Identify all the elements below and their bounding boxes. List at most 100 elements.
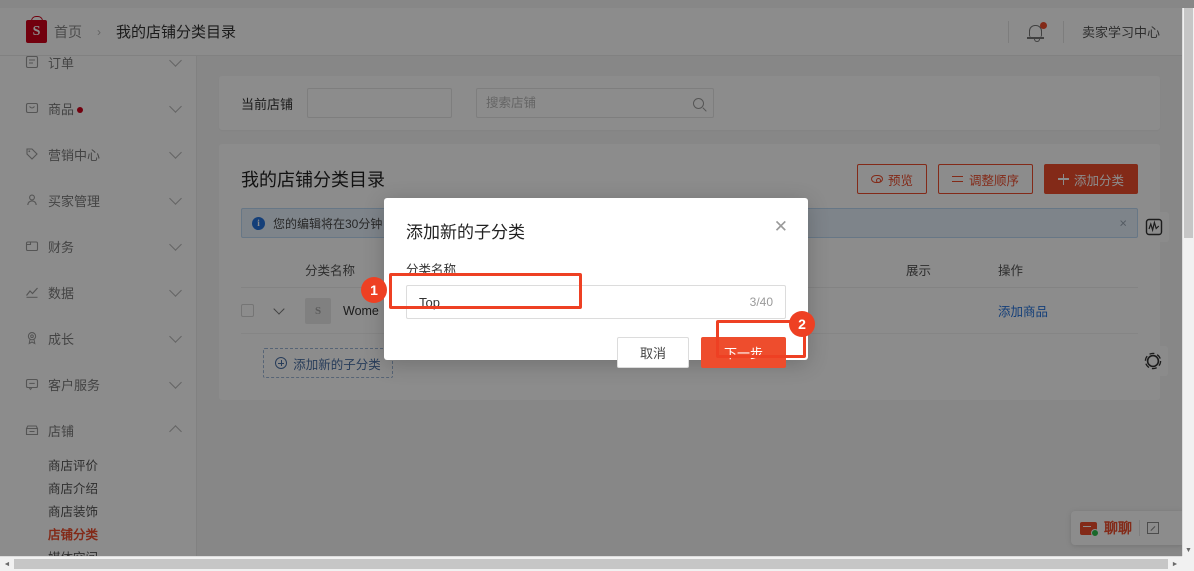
- panel-action-buttons: 预览 调整顺序 添加分类: [856, 164, 1138, 194]
- char-counter: 3/40: [749, 295, 773, 309]
- header-divider-left: [1007, 20, 1009, 43]
- breadcrumb: S 首页 › 我的店铺分类目录: [0, 20, 236, 43]
- chevron-down-icon: [169, 56, 182, 67]
- add-product-link[interactable]: 添加商品: [998, 305, 1048, 319]
- chevron-up-icon: [169, 425, 182, 438]
- buyer-icon: [24, 193, 39, 208]
- category-name-label: 分类名称: [406, 263, 457, 277]
- header-divider-right: [1062, 20, 1064, 43]
- vertical-scroll-thumb[interactable]: [1184, 8, 1193, 238]
- sidebar-subitem-shop-intro[interactable]: 商店介绍: [0, 476, 196, 499]
- scroll-right-arrow-icon[interactable]: ►: [1168, 557, 1182, 571]
- product-icon: [24, 101, 39, 116]
- header-display: 展示: [906, 264, 932, 278]
- sidebar-item-label: 商品: [48, 101, 75, 117]
- add-subcategory-label: 添加新的子分类: [293, 357, 381, 372]
- add-subcategory-button[interactable]: 添加新的子分类: [263, 348, 393, 378]
- category-name-field[interactable]: 3/40: [406, 285, 786, 319]
- sidebar-subitem-label: 商店评价: [48, 459, 99, 473]
- header-operations: 操作: [998, 264, 1024, 278]
- breadcrumb-current: 我的店铺分类目录: [116, 24, 237, 41]
- row-checkbox[interactable]: [241, 304, 254, 317]
- shop-select-dropdown[interactable]: [307, 88, 453, 118]
- search-icon[interactable]: [693, 97, 705, 109]
- scroll-left-arrow-icon[interactable]: ◄: [0, 557, 14, 571]
- search-input[interactable]: [486, 96, 694, 110]
- sidebar-item-label: 成长: [48, 331, 75, 347]
- chevron-down-icon: [169, 283, 182, 297]
- cancel-button[interactable]: 取消: [616, 337, 689, 368]
- add-category-button[interactable]: 添加分类: [1043, 164, 1138, 194]
- notification-bell-icon[interactable]: [1027, 21, 1047, 42]
- chevron-down-icon: [169, 99, 182, 113]
- sidebar-subitem-shop-categories[interactable]: 店铺分类: [0, 522, 196, 545]
- panel-header: 我的店铺分类目录 预览 调整顺序 添加分类: [219, 144, 1160, 202]
- shop-search-box[interactable]: [476, 88, 715, 118]
- chevron-down-icon: [169, 237, 182, 251]
- sidebar-item-growth[interactable]: 成长: [0, 315, 196, 361]
- app-window: S 首页 › 我的店铺分类目录 卖家学习中心 订单 商品 营销中心 买家管理 财…: [0, 0, 1194, 571]
- category-name-input[interactable]: [419, 294, 750, 310]
- notice-text: 您的编辑将在30分钟: [273, 216, 383, 231]
- chevron-down-icon: [169, 191, 182, 205]
- chart-icon: [24, 285, 39, 300]
- annotation-badge-2: 2: [789, 311, 815, 337]
- support-icon: [24, 377, 39, 392]
- expand-icon[interactable]: [1147, 522, 1159, 534]
- reorder-button-label: 调整顺序: [968, 173, 1019, 188]
- scrollbar-corner: [1182, 556, 1194, 571]
- new-badge-dot: [77, 106, 84, 113]
- sidebar-item-customer-service[interactable]: 客户服务: [0, 361, 196, 407]
- thumbnail-glyph: S: [314, 304, 322, 317]
- sidebar-subitem-media-space[interactable]: 媒体空间: [0, 545, 196, 556]
- sidebar-subitem-shop-decoration[interactable]: 商店装饰: [0, 499, 196, 522]
- sidebar-item-shop[interactable]: 店铺: [0, 407, 196, 453]
- top-header-bar: S 首页 › 我的店铺分类目录 卖家学习中心: [0, 8, 1182, 56]
- close-icon[interactable]: ✕: [774, 218, 788, 235]
- breadcrumb-home-link[interactable]: 首页: [54, 22, 82, 42]
- seller-learning-center-link[interactable]: 卖家学习中心: [1082, 22, 1160, 41]
- row-expand-cell[interactable]: [273, 303, 305, 316]
- preview-button[interactable]: 预览: [856, 164, 927, 194]
- row-checkbox-cell: [241, 304, 275, 317]
- eye-icon: [870, 175, 883, 184]
- sidebar-item-orders[interactable]: 订单: [0, 56, 196, 85]
- sidebar-item-marketing[interactable]: 营销中心: [0, 131, 196, 177]
- activity-graph-icon: [1145, 218, 1163, 236]
- shop-icon: [24, 423, 39, 438]
- horizontal-scroll-thumb[interactable]: [14, 559, 1168, 569]
- sidebar-subitem-label: 店铺分类: [48, 528, 99, 542]
- circle-plus-icon: [275, 357, 288, 369]
- sidebar-subitem-label: 商店装饰: [48, 505, 99, 519]
- chevron-down-icon[interactable]: [273, 303, 285, 315]
- loading-circle-widget[interactable]: [1138, 346, 1168, 376]
- activity-graph-widget[interactable]: [1139, 212, 1169, 242]
- category-thumbnail: S: [305, 297, 331, 324]
- row-operations-cell: 添加商品: [998, 301, 1138, 320]
- chat-widget[interactable]: 聊聊: [1071, 511, 1184, 545]
- sidebar-item-products[interactable]: 商品: [0, 85, 196, 131]
- horizontal-scrollbar[interactable]: ◄ ►: [0, 556, 1182, 571]
- finance-icon: [24, 239, 39, 254]
- sidebar-item-buyers[interactable]: 买家管理: [0, 177, 196, 223]
- scroll-down-arrow-icon[interactable]: ▼: [1183, 544, 1194, 556]
- reorder-button[interactable]: 调整顺序: [937, 164, 1033, 194]
- next-step-button[interactable]: 下一步: [700, 337, 786, 368]
- sidebar-subitem-shop-reviews[interactable]: 商店评价: [0, 453, 196, 476]
- notice-close-icon[interactable]: ×: [1119, 217, 1127, 230]
- vertical-scrollbar[interactable]: ▲ ▼: [1182, 8, 1194, 556]
- loading-circle-icon: [1144, 352, 1162, 370]
- modal-title: 添加新的子分类: [406, 223, 525, 242]
- sidebar-item-label: 客户服务: [48, 377, 101, 393]
- page-title: 我的店铺分类目录: [241, 170, 385, 190]
- sidebar-item-label: 财务: [48, 239, 75, 255]
- sidebar-item-finance[interactable]: 财务: [0, 223, 196, 269]
- shopee-logo-icon: S: [26, 20, 47, 43]
- reorder-icon: [951, 174, 964, 184]
- sidebar-item-label: 买家管理: [48, 193, 101, 209]
- add-category-button-label: 添加分类: [1073, 173, 1124, 188]
- preview-button-label: 预览: [887, 173, 913, 188]
- sidebar-item-data[interactable]: 数据: [0, 269, 196, 315]
- growth-icon: [24, 331, 39, 346]
- sidebar-item-label: 店铺: [48, 423, 75, 439]
